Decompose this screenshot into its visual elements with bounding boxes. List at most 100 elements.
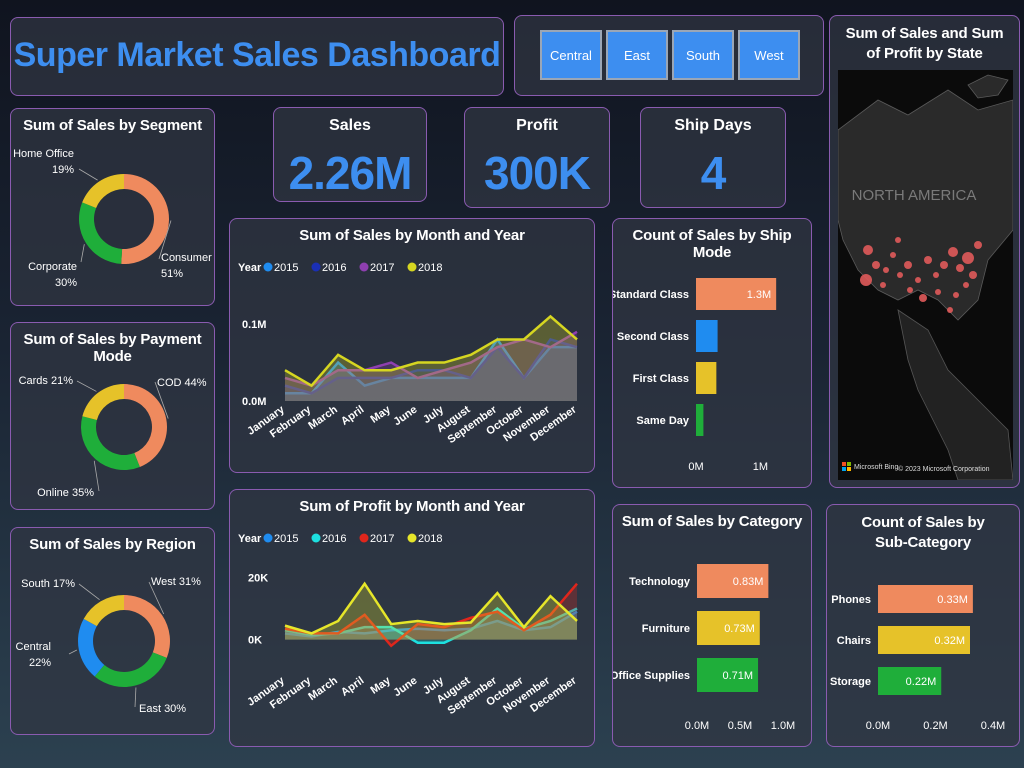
category-xtick: 0.0M	[685, 720, 709, 732]
region-slice-south[interactable]	[83, 595, 124, 627]
segment-slice-corporate[interactable]	[78, 202, 123, 264]
map-copyright: © 2023 Microsoft Corporation	[898, 465, 990, 473]
payment-leader-line	[93, 460, 100, 492]
map-region-label: NORTH AMERICA	[852, 187, 977, 204]
category-category-label: Technology	[629, 576, 691, 588]
segment-donut-chart[interactable]: Consumer 51% Corporate 30% Home Office 19%	[11, 137, 216, 307]
segment-data-label: Home Office	[13, 148, 74, 160]
sales_month-xtick: March	[306, 403, 340, 432]
profit_month-legend-2017: 2017	[370, 533, 394, 545]
sales_month-ytick: 0.1M	[242, 319, 266, 331]
ship_mode-category-label: Standard Class	[613, 289, 689, 301]
category-xtick: 1.0M	[771, 720, 795, 732]
segment-data-label: Corporate	[28, 261, 77, 273]
category-category-label: Office Supplies	[613, 670, 690, 682]
state-map[interactable]: NORTH AMERICA Microsoft Bing © 2023 Micr…	[838, 70, 1013, 480]
ship-mode-bar-chart[interactable]: Standard Class 1.3M Second Class First Clas…	[613, 249, 813, 489]
sales_month-xtick: April	[339, 404, 366, 428]
region-data-label: 22%	[29, 657, 51, 669]
kpi-shipdays-value: 4	[700, 147, 727, 199]
kpi-profit-value: 300K	[484, 147, 591, 199]
segment-leader-line	[78, 168, 98, 181]
category-xtick: 0.5M	[728, 720, 752, 732]
subcategory-category-label: Phones	[831, 594, 871, 606]
segment-title: Sum of Sales by Segment	[23, 117, 202, 134]
profit-month-area-chart[interactable]: Year 2015 2016 2017 20180K20KJanuaryFebruary…	[230, 522, 596, 744]
region-slice-central[interactable]	[78, 618, 105, 677]
region-donut-chart[interactable]: West 31% East 30% Central 22% South 17%	[11, 556, 216, 734]
profit_month-legend-2016: 2016	[322, 533, 346, 545]
subcategory-data-label: 0.22M	[906, 676, 937, 688]
payment-leader-line	[76, 380, 97, 392]
segment-data-label: 19%	[52, 164, 74, 176]
kpi-profit-card: Profit 300K	[464, 107, 610, 208]
region-data-label: South 17%	[21, 578, 75, 590]
category-data-label: 0.73M	[724, 623, 755, 635]
category-data-label: 0.71M	[722, 670, 753, 682]
profit_month-legend-marker	[263, 533, 273, 543]
ship_mode-bar[interactable]	[696, 362, 717, 394]
region-title: Sum of Sales by Region	[29, 536, 196, 553]
category-data-label: 0.83M	[733, 576, 764, 588]
profit_month-legend-2018: 2018	[418, 533, 442, 545]
payment-data-label: Cards 21%	[19, 375, 74, 387]
sales_month-legend-title: Year	[238, 262, 262, 274]
profit_month-legend-marker	[407, 533, 417, 543]
subcategory-bar-chart[interactable]: Phones 0.33M Chairs 0.32M Storage 0.22M 0.0M 0.…	[827, 557, 1021, 747]
sales-month-area-chart[interactable]: Year 2015 2016 2017 20180.0M0.1MJanuaryFebru…	[230, 251, 596, 471]
category-title: Sum of Sales by Category	[621, 513, 803, 530]
payment-slice-online[interactable]	[80, 416, 140, 470]
region-leader-line	[78, 583, 100, 601]
region-data-label: West 31%	[151, 576, 201, 588]
sales-month-title: Sum of Sales by Month and Year	[299, 227, 525, 244]
sales_month-xtick: May	[368, 403, 393, 426]
ship_mode-bar[interactable]	[696, 320, 718, 352]
profit_month-xtick: June	[392, 675, 420, 700]
payment-data-label: Online 35%	[37, 487, 94, 499]
profit_month-legend-marker	[311, 533, 321, 543]
slicer-east[interactable]: East	[606, 30, 668, 80]
sales_month-ytick: 0.0M	[242, 396, 266, 408]
subcategory-category-label: Storage	[830, 676, 871, 688]
kpi-profit-label: Profit	[516, 117, 558, 134]
ship_mode-xtick: 1M	[753, 461, 768, 473]
region-slicer: Central East South West	[514, 15, 824, 96]
ship_mode-bar[interactable]	[696, 404, 704, 436]
profit_month-xtick: May	[368, 674, 393, 697]
segment-data-label: 30%	[55, 277, 77, 289]
ship_mode-category-label: Same Day	[636, 415, 689, 427]
ship-mode-card: Count of Sales by Ship Mode Standard Cla…	[612, 218, 812, 488]
profit_month-legend-marker	[359, 533, 369, 543]
payment-slice-cards[interactable]	[82, 384, 124, 421]
sales_month-legend-marker	[359, 262, 369, 272]
profit_month-area-2018	[285, 583, 577, 640]
region-leader-line	[68, 649, 78, 655]
sales-month-card: Sum of Sales by Month and Year Year 2015 2…	[229, 218, 595, 473]
region-leader-line	[134, 687, 137, 708]
segment-slice-home-office[interactable]	[82, 174, 124, 208]
region-slice-west[interactable]	[124, 595, 170, 658]
slicer-west[interactable]: West	[738, 30, 800, 80]
kpi-shipdays-label: Ship Days	[674, 117, 752, 134]
slicer-central[interactable]: Central	[540, 30, 602, 80]
payment-donut-chart[interactable]: COD 44% Online 35% Cards 21%	[11, 351, 216, 511]
dashboard-title: Super Market Sales Dashboard	[13, 36, 501, 74]
map-card: Sum of Sales and Sum of Profit by State …	[829, 15, 1020, 488]
region-data-label: East 30%	[139, 703, 186, 715]
kpi-shipdays-card: Ship Days 4	[640, 107, 786, 208]
sales_month-legend-2018: 2018	[418, 262, 442, 274]
subcategory-xtick: 0.4M	[981, 720, 1005, 732]
sales_month-legend-marker	[311, 262, 321, 272]
slicer-south[interactable]: South	[672, 30, 734, 80]
profit-month-card: Sum of Profit by Month and Year Year 2015…	[229, 489, 595, 747]
segment-leader-line	[80, 244, 85, 263]
region-slice-east[interactable]	[94, 652, 167, 687]
ship_mode-data-label: 1.3M	[747, 289, 771, 301]
title-card: Super Market Sales Dashboard	[10, 17, 504, 96]
map-title: Sum of Sales and Sum of Profit by State	[845, 25, 1004, 62]
profit_month-ytick: 20K	[248, 573, 268, 585]
category-bar-chart[interactable]: Technology 0.83M Furniture 0.73M Office Supp…	[613, 535, 813, 745]
profit_month-xtick: April	[339, 675, 366, 699]
subcategory-data-label: 0.33M	[937, 594, 968, 606]
kpi-sales-card: Sales 2.26M	[273, 107, 427, 202]
